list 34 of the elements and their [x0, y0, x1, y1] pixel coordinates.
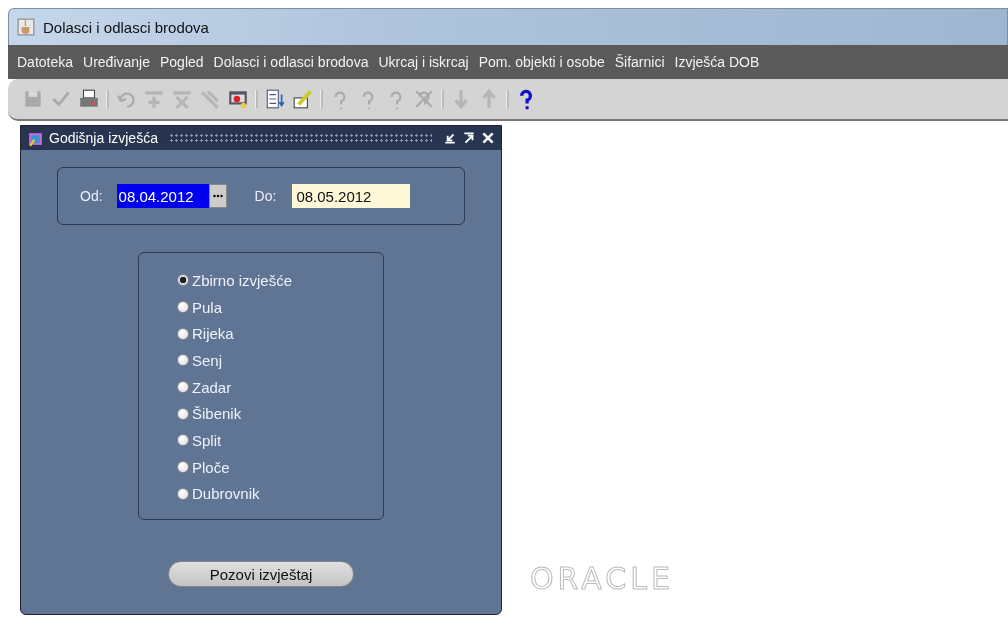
ellipsis-icon [212, 194, 223, 198]
to-label: Do: [254, 188, 277, 204]
menu-item[interactable]: Uređivanje [78, 54, 155, 70]
edit-icon[interactable] [292, 88, 314, 110]
from-label: Od: [80, 188, 103, 204]
cup-icon [17, 18, 35, 36]
minimize-icon[interactable] [443, 131, 457, 145]
menu-item[interactable]: Ukrcaj i iskrcaj [373, 54, 474, 70]
radio-option[interactable]: Rijeka [177, 320, 234, 348]
oracle-logo: ORACLE [530, 561, 674, 596]
maximize-icon[interactable] [462, 131, 476, 145]
record-icon[interactable] [227, 88, 249, 110]
window-title: Dolasci i odlasci brodova [43, 18, 209, 36]
radio-option[interactable]: Zbirno izvješće [177, 267, 293, 294]
menu-item[interactable]: Pogled [155, 54, 209, 70]
menu-item[interactable]: Izvješća DOB [669, 54, 765, 70]
from-date-field[interactable]: 08.04.2012 [116, 184, 209, 208]
menu-item[interactable]: Dolasci i odlasci brodova [208, 54, 374, 70]
radio-option[interactable]: Šibenik [177, 400, 242, 428]
radio-option[interactable]: Split [177, 427, 222, 454]
print-icon[interactable] [78, 88, 100, 110]
radio-option[interactable]: Zadar [177, 373, 232, 401]
radio-option[interactable]: Senj [177, 347, 223, 374]
radio-option[interactable]: Ploče [177, 453, 230, 481]
menu-item[interactable]: Šifarnici [609, 54, 670, 70]
run-report-button[interactable]: Pozovi izvještaj [168, 561, 354, 587]
dialog-title: Godišnja izvješća [49, 130, 158, 146]
menu-item[interactable]: Datoteka [12, 54, 79, 70]
close-icon[interactable] [481, 131, 495, 145]
menu-item[interactable]: Pom. objekti i osobe [473, 54, 610, 70]
list-icon[interactable] [264, 88, 286, 110]
to-date-field[interactable]: 08.05.2012 [292, 184, 411, 208]
radio-option[interactable]: Dubrovnik [177, 480, 260, 508]
radio-option[interactable]: Pula [177, 293, 223, 321]
